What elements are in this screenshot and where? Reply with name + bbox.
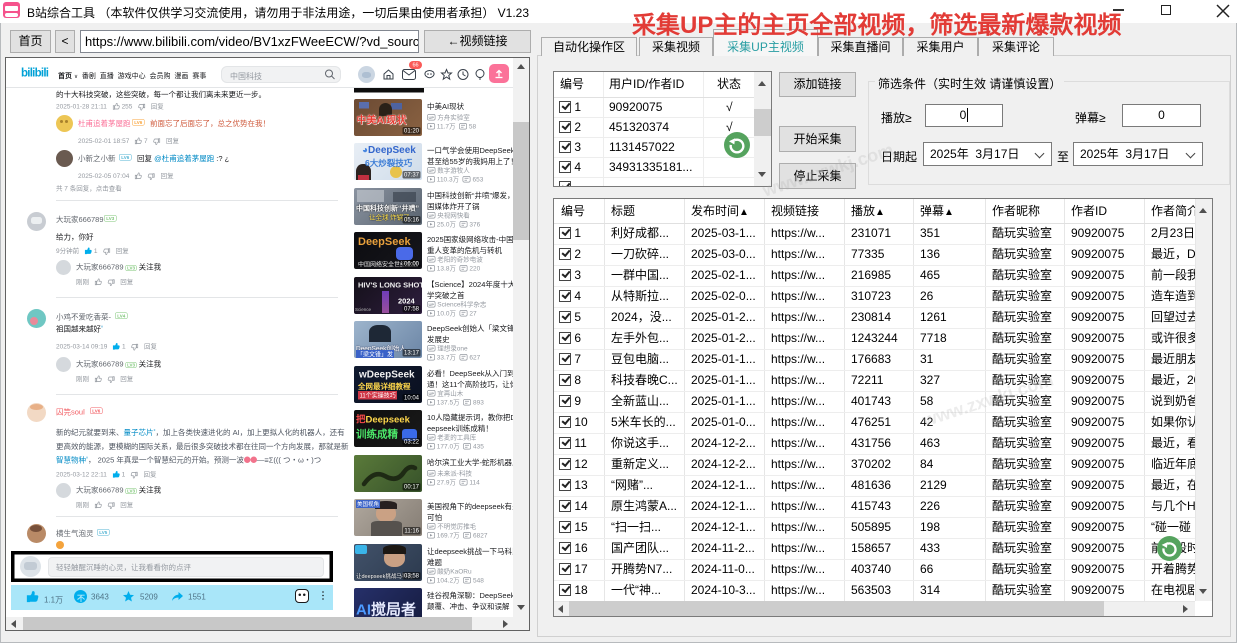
svg-text:UP: UP xyxy=(428,471,434,476)
svg-text:UP: UP xyxy=(428,213,434,218)
svg-text:UP: UP xyxy=(428,115,434,120)
svg-text:UP: UP xyxy=(428,302,434,307)
svg-text:UP: UP xyxy=(428,346,434,351)
svg-text:UP: UP xyxy=(428,168,434,173)
svg-text:UP: UP xyxy=(428,435,434,440)
svg-text:UP: UP xyxy=(428,524,434,529)
svg-text:UP: UP xyxy=(428,257,434,262)
svg-text:UP: UP xyxy=(428,569,434,574)
svg-text:UP: UP xyxy=(428,391,434,396)
